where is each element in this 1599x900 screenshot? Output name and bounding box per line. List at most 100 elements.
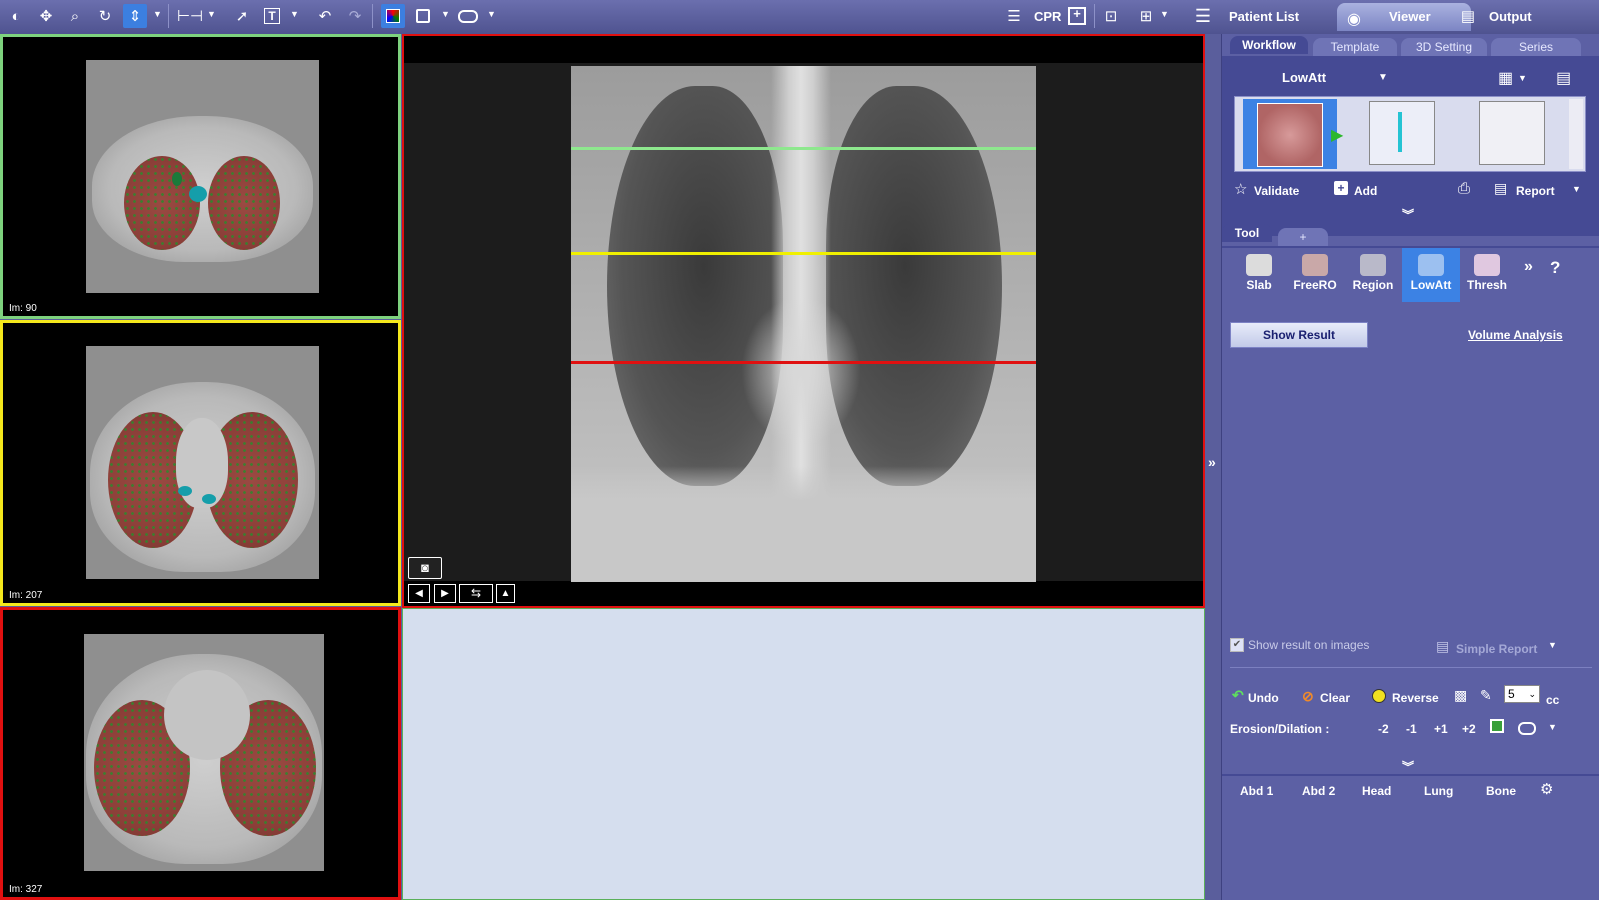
collapse-section-icon[interactable]: ︾ [1402, 758, 1414, 775]
chevron-down-icon[interactable]: ▼ [1548, 640, 1557, 650]
chevron-down-icon[interactable]: ▼ [207, 9, 216, 19]
undo-button[interactable]: Undo [1248, 691, 1279, 705]
document-icon[interactable]: ▤ [1556, 68, 1571, 88]
roi-square-icon[interactable] [411, 4, 435, 28]
preset-head[interactable]: Head [1362, 784, 1391, 798]
patient-list-tab[interactable]: Patient List [1229, 9, 1299, 24]
chevron-down-icon[interactable]: ▼ [1572, 184, 1581, 194]
slice-line-middle[interactable] [571, 252, 1036, 255]
preset-settings-icon[interactable]: ⚙ [1540, 780, 1553, 798]
show-result-button[interactable]: Show Result [1230, 322, 1368, 348]
show-result-checkbox[interactable]: ✔ [1230, 638, 1244, 652]
empty-viewport[interactable] [402, 608, 1205, 900]
more-tools-icon[interactable]: » [1524, 258, 1533, 276]
chevron-down-icon[interactable]: ▼ [1548, 722, 1557, 732]
redo-icon[interactable]: ↷ [343, 4, 367, 28]
viewer-tab[interactable]: ◉ Viewer [1337, 3, 1471, 31]
loop-icon[interactable]: ⇆ [459, 584, 493, 603]
erosion-minus-1[interactable]: -1 [1406, 722, 1417, 736]
print-icon[interactable]: ⎙ [1458, 180, 1470, 197]
rotate-icon[interactable]: ↻ [93, 4, 117, 28]
report-button[interactable]: Report [1516, 184, 1555, 198]
preset-abd-1[interactable]: Abd 1 [1240, 784, 1273, 798]
output-tab[interactable]: Output [1489, 9, 1532, 24]
tab-series[interactable]: Series [1491, 38, 1581, 56]
kernel-square-icon[interactable] [1490, 719, 1504, 733]
protocol-select[interactable]: LowAtt [1282, 70, 1326, 85]
thumbnail-selected[interactable] [1243, 99, 1337, 169]
toolbar-divider [168, 4, 169, 28]
camera-icon[interactable]: ◙ [408, 557, 442, 579]
scroll-slice-icon[interactable]: ⇕ [123, 4, 147, 28]
text-annotation-icon[interactable]: T [260, 4, 284, 28]
chevron-down-icon[interactable]: ▼ [1160, 9, 1169, 19]
brush-size-select[interactable]: 5 ⌄ [1504, 685, 1540, 703]
pan-icon[interactable]: ✥ [34, 4, 58, 28]
help-icon[interactable]: ? [1550, 258, 1560, 278]
chevron-down-icon[interactable]: ▼ [441, 9, 450, 19]
output-icon[interactable]: ▤ [1456, 4, 1480, 28]
clear-button[interactable]: Clear [1320, 691, 1350, 705]
add-button[interactable]: Add [1354, 184, 1377, 198]
kernel-ellipse-icon[interactable] [1518, 722, 1536, 735]
window-level-icon[interactable]: ◐ [4, 4, 28, 28]
panel-splitter[interactable]: » [1206, 34, 1221, 900]
axial-viewport-top[interactable]: Im: 90 [0, 34, 401, 319]
tab-tool[interactable]: Tool [1222, 224, 1272, 242]
chevron-down-icon[interactable]: ▼ [153, 9, 162, 19]
undo-icon[interactable]: ↶ [313, 4, 337, 28]
tool-region[interactable]: Region [1344, 248, 1402, 302]
volume-analysis-link[interactable]: Volume Analysis [1468, 328, 1563, 342]
chevron-down-icon[interactable]: ▼ [1518, 73, 1527, 83]
axial-viewport-middle[interactable]: Im: 207 [0, 320, 401, 606]
zoom-icon[interactable]: ⌕ [63, 4, 87, 28]
grid-layout-icon[interactable]: ▦ [1498, 68, 1513, 88]
expand-up-icon[interactable]: ▲ [496, 584, 515, 603]
dilation-plus-2[interactable]: +2 [1462, 722, 1476, 736]
collapse-section-icon[interactable]: ︾ [1402, 206, 1414, 223]
cpr-button[interactable]: CPR [1034, 9, 1061, 24]
undo-icon: ↶ [1232, 687, 1244, 703]
tool-thresh[interactable]: Thresh [1458, 248, 1516, 302]
validate-button[interactable]: Validate [1254, 184, 1299, 198]
chevron-down-icon[interactable]: ▼ [487, 9, 496, 19]
chevron-down-icon[interactable]: ▼ [290, 9, 299, 19]
prev-frame-icon[interactable]: ◀ [408, 584, 430, 603]
tab-workflow[interactable]: Workflow [1230, 36, 1308, 54]
tab-add[interactable]: + [1278, 228, 1328, 246]
magnifier-window-icon[interactable]: ⊡ [1099, 4, 1123, 28]
list-view-icon[interactable]: ☰ [1002, 4, 1026, 28]
tool-lowatt[interactable]: LowAtt [1402, 248, 1460, 302]
axial-viewport-bottom[interactable]: Im: 327 [0, 607, 401, 900]
erosion-minus-2[interactable]: -2 [1378, 722, 1389, 736]
thumbnail-scrollbar[interactable] [1569, 99, 1583, 169]
collapse-panel-icon[interactable]: » [1208, 454, 1216, 470]
add-view-icon[interactable]: + [1065, 4, 1089, 28]
topogram-viewport[interactable]: ◙ ◀ ▶ ⇆ ▲ [402, 34, 1205, 608]
pointer-icon[interactable]: ➚ [230, 4, 254, 28]
color-overlay-icon[interactable] [381, 4, 405, 28]
tool-slab[interactable]: Slab [1230, 248, 1288, 302]
ruler-icon[interactable]: ⊢⊣ [177, 4, 203, 28]
preset-abd-2[interactable]: Abd 2 [1302, 784, 1335, 798]
roi-ellipse-icon[interactable] [456, 4, 480, 28]
next-frame-icon[interactable]: ▶ [434, 584, 456, 603]
lowatt-thumbnail[interactable] [1479, 101, 1545, 165]
slice-line-bottom[interactable] [571, 361, 1036, 364]
slice-line-top[interactable] [571, 147, 1036, 150]
reverse-button[interactable]: Reverse [1392, 691, 1439, 705]
brush-icon[interactable]: ✎ [1480, 687, 1492, 704]
layout-icon[interactable]: ⊞ [1134, 4, 1158, 28]
chevron-down-icon[interactable]: ▼ [1378, 72, 1388, 83]
tool-freero[interactable]: FreeRO [1286, 248, 1344, 302]
chevron-down-icon: ⌄ [1528, 689, 1536, 699]
dilation-plus-1[interactable]: +1 [1434, 722, 1448, 736]
preset-bone[interactable]: Bone [1486, 784, 1516, 798]
paint-icon[interactable]: ▩ [1454, 687, 1467, 704]
preset-lung[interactable]: Lung [1424, 784, 1453, 798]
patient-list-icon[interactable]: ☰ [1191, 4, 1215, 28]
tab-3d-setting[interactable]: 3D Setting [1401, 38, 1487, 56]
tab-template[interactable]: Template [1313, 38, 1397, 56]
simple-report-button[interactable]: Simple Report [1456, 642, 1537, 656]
airway-thumbnail[interactable] [1369, 101, 1435, 165]
